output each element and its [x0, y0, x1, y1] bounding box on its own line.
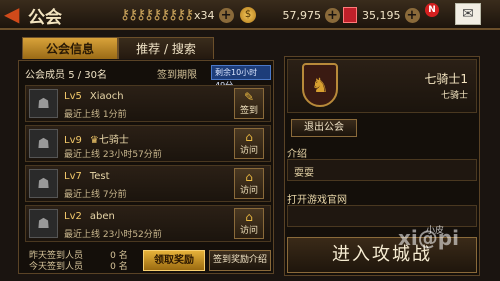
members-label: 公会成员	[25, 70, 65, 81]
visit-button[interactable]: ⌂ 访问	[234, 208, 264, 239]
back-arrow-icon[interactable]: ◀	[4, 3, 24, 25]
deadline-label: 签到期限	[157, 70, 197, 81]
key-resource: x34 +	[194, 5, 234, 25]
key-icon: ⚷	[152, 7, 163, 23]
key-count: x34	[194, 8, 215, 22]
guild-header: ♞ 七骑士1 七骑士	[287, 59, 477, 113]
house-icon: ⌂	[245, 130, 253, 144]
enter-siege-button[interactable]: 进入攻城战	[287, 237, 477, 273]
watermark-small: 小皮	[426, 226, 445, 236]
tab-guild-info[interactable]: 公会信息	[22, 37, 118, 59]
key-icon: ⚷	[176, 7, 187, 23]
key-icon: ⚷	[120, 7, 131, 23]
key-icon: ⚷	[160, 7, 171, 23]
yesterday-label: 昨天签到人员	[29, 251, 84, 261]
claim-reward-button[interactable]: 领取奖励	[143, 250, 205, 271]
mail-icon[interactable]: ✉	[455, 3, 481, 25]
key-icon: ⚷	[168, 7, 179, 23]
unit-label: 名	[118, 251, 128, 261]
member-avatar: ☗	[29, 169, 58, 198]
key-icon: ⚷	[136, 7, 147, 23]
intro-label: 介绍	[287, 149, 307, 160]
member-avatar: ☗	[29, 89, 58, 118]
house-icon: ⌂	[245, 210, 253, 224]
guild-info-panel: ♞ 七骑士1 七骑士 退出公会 介绍 耍耍 打开游戏官网 进入攻城战	[284, 56, 480, 276]
member-level: Lv5	[64, 91, 82, 102]
member-last-online: 最近上线 1分前	[64, 110, 127, 120]
member-level: Lv9	[64, 135, 82, 146]
tab-recommend-search[interactable]: 推荐 / 搜索	[118, 37, 214, 59]
visit-button[interactable]: ⌂ 访问	[234, 128, 264, 159]
member-name: Xiaoch	[89, 91, 124, 102]
sign-in-button[interactable]: ✎ 签到	[234, 88, 264, 119]
member-name: aben	[89, 211, 115, 222]
members-summary: 公会成员 5 / 30名	[25, 66, 107, 81]
member-level: Lv2	[64, 211, 82, 222]
member-list-header: 公会成员 5 / 30名 签到期限 剩余10小时49分	[25, 65, 271, 90]
member-row[interactable]: ☗ Lv9 ♛七骑士 最近上线 23小时57分前 ⌂ 访问	[25, 125, 271, 162]
house-icon: ⌂	[245, 170, 253, 184]
gold-coin-icon: $	[240, 7, 256, 23]
key-icons: ⚷ ⚷ ⚷ ⚷ ⚷ ⚷ ⚷ ⚷ ⚷	[120, 6, 195, 24]
member-name: Test	[89, 171, 110, 182]
crown-icon: ♛	[89, 135, 99, 146]
today-label: 今天签到人员	[29, 262, 84, 272]
key-icon: ⚷	[128, 7, 139, 23]
tab-bar: 公会信息 推荐 / 搜索	[22, 37, 214, 59]
unit-label: 名	[118, 262, 128, 272]
remaining-time-badge: 剩余10小时49分	[211, 65, 271, 90]
gold-resource: $ 57,975 +	[240, 5, 340, 25]
guild-leader: 七骑士	[440, 91, 468, 101]
key-icon: ⚷	[144, 7, 155, 23]
sign-in-stats: 昨天签到人员 0 名 今天签到人员 0 名	[29, 251, 149, 273]
gem-icon	[343, 7, 357, 23]
top-bar: ◀ 公会 ⚷ ⚷ ⚷ ⚷ ⚷ ⚷ ⚷ ⚷ ⚷ x34 + $ 57,975 + …	[0, 0, 500, 30]
guild-name: 七骑士1	[424, 72, 468, 86]
gold-count: 57,975	[282, 8, 322, 22]
notice-badge: N	[425, 3, 439, 17]
member-last-online: 最近上线 7分前	[64, 190, 127, 200]
page-title: 公会	[28, 8, 62, 28]
official-site-label: 打开游戏官网	[287, 195, 347, 206]
member-name: 七骑士	[98, 135, 129, 146]
member-avatar: ☗	[29, 129, 58, 158]
add-gems-button[interactable]: +	[404, 7, 420, 23]
quill-icon: ✎	[243, 90, 255, 104]
visit-button[interactable]: ⌂ 访问	[234, 168, 264, 199]
member-list-panel: 公会成员 5 / 30名 签到期限 剩余10小时49分 ☗ Lv5 Xiaoch …	[18, 60, 274, 274]
member-last-online: 最近上线 23小时57分前	[64, 150, 162, 160]
gem-count: 35,195	[362, 8, 401, 22]
member-avatar: ☗	[29, 209, 58, 238]
member-last-online: 最近上线 23小时52分前	[64, 230, 162, 240]
member-row[interactable]: ☗ Lv5 Xiaoch 最近上线 1分前 ✎ 签到	[25, 85, 271, 122]
intro-text: 耍耍	[287, 159, 477, 181]
yesterday-count: 0	[110, 251, 116, 261]
today-count: 0	[110, 262, 116, 272]
add-keys-button[interactable]: +	[218, 7, 234, 23]
member-row[interactable]: ☗ Lv2 aben 最近上线 23小时52分前 ⌂ 访问	[25, 205, 271, 242]
key-icon: ⚷	[184, 7, 195, 23]
add-gold-button[interactable]: +	[325, 7, 340, 23]
official-site-field[interactable]	[287, 205, 477, 227]
reward-intro-button[interactable]: 签到奖励介绍	[209, 250, 271, 271]
gem-resource: 35,195 +	[343, 5, 420, 25]
leave-guild-button[interactable]: 退出公会	[291, 119, 357, 137]
guild-emblem-icon: ♞	[302, 63, 338, 107]
member-row[interactable]: ☗ Lv7 Test 最近上线 7分前 ⌂ 访问	[25, 165, 271, 202]
member-level: Lv7	[64, 171, 82, 182]
members-count: 5 / 30名	[68, 70, 108, 81]
